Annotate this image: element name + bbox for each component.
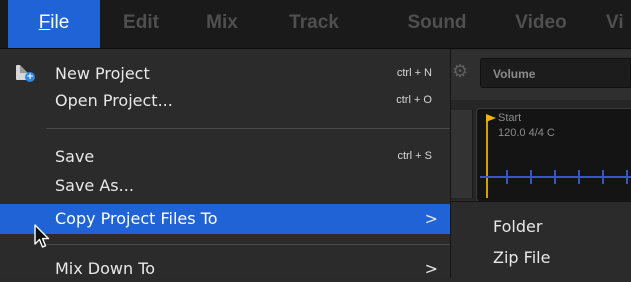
copy-project-files-submenu: Folder Zip File — [451, 201, 631, 279]
mouse-pointer-icon — [34, 224, 50, 248]
menu-item-copy-project-files-to[interactable]: Copy Project Files To > — [0, 204, 450, 234]
file-menu: + New Project ctrl + N Open Project... c… — [0, 49, 451, 278]
menu-item-label: Open Project... — [55, 91, 173, 110]
menu-video[interactable]: Video — [503, 0, 579, 48]
submenu-item-label: Folder — [493, 217, 543, 236]
menu-separator — [46, 244, 450, 245]
plus-badge-icon: + — [25, 72, 35, 82]
ruler-tick — [530, 170, 532, 184]
shortcut-label: ctrl + S — [397, 150, 432, 162]
submenu-arrow-icon: > — [424, 209, 438, 228]
menu-item-save[interactable]: Save ctrl + S — [0, 143, 450, 170]
menu-view-partial[interactable]: Vi — [606, 0, 631, 48]
menu-item-label: Copy Project Files To — [55, 209, 218, 228]
menu-sound[interactable]: Sound — [397, 0, 477, 48]
ruler-tick — [554, 170, 556, 184]
start-marker-line — [486, 118, 488, 198]
menu-mix[interactable]: Mix — [197, 0, 247, 48]
start-flag-icon — [486, 114, 496, 122]
ruler-tick — [578, 170, 580, 184]
volume-label: Volume — [493, 67, 536, 81]
menu-separator — [46, 128, 450, 129]
track-header — [450, 110, 473, 198]
menu-file[interactable]: File — [8, 0, 100, 48]
menu-item-label: Save As... — [55, 176, 134, 195]
menu-file-mnemonic: F — [38, 12, 51, 33]
start-marker-label: Start — [498, 112, 522, 124]
submenu-item-folder[interactable]: Folder — [451, 212, 631, 242]
ruler-tick — [602, 170, 604, 184]
menu-edit[interactable]: Edit — [110, 0, 172, 48]
shortcut-label: ctrl + O — [396, 94, 432, 106]
menu-item-label: New Project — [55, 64, 150, 83]
menu-item-save-as[interactable]: Save As... — [0, 172, 450, 199]
menu-file-label-rest: ile — [50, 12, 70, 33]
menu-item-open-project[interactable]: Open Project... ctrl + O — [0, 87, 450, 114]
submenu-item-zip-file[interactable]: Zip File — [451, 243, 631, 273]
volume-dropdown[interactable]: Volume — [480, 58, 631, 88]
gear-icon[interactable]: ⚙ — [452, 63, 470, 81]
menu-track[interactable]: Track — [281, 0, 347, 48]
menu-bar: File Edit Mix Track Sound Video Vi — [0, 0, 631, 49]
ruler-tick — [626, 170, 628, 184]
shortcut-label: ctrl + N — [396, 67, 432, 79]
menu-item-label: Save — [55, 147, 95, 166]
submenu-item-label: Zip File — [493, 248, 551, 267]
menu-item-new-project[interactable]: + New Project ctrl + N — [0, 60, 450, 87]
tempo-label: 120.0 4/4 C — [498, 127, 555, 139]
ruler-tick — [506, 170, 508, 184]
